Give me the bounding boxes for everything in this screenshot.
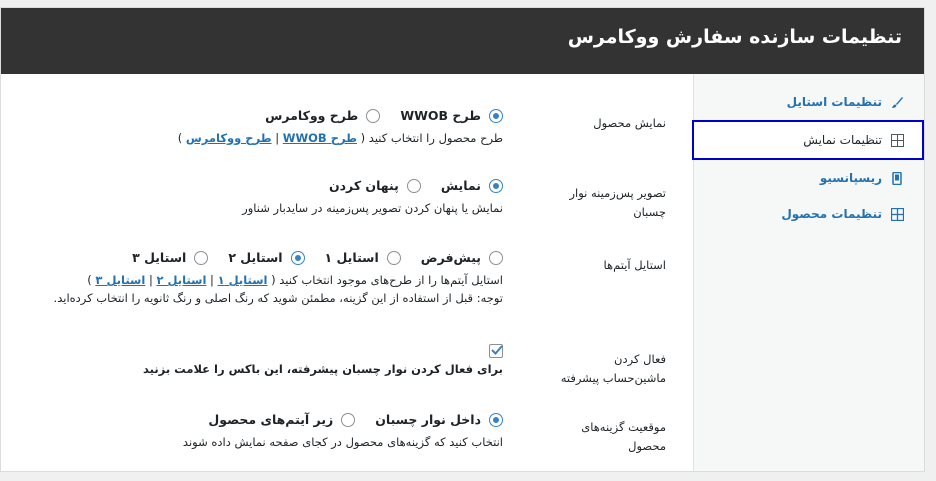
radio-button[interactable] (489, 108, 503, 123)
radio-button[interactable] (489, 412, 503, 427)
advanced-calculator-checkbox[interactable] (489, 344, 503, 358)
grid-icon (890, 207, 904, 221)
radio-button[interactable] (194, 250, 209, 265)
setting-label: نمایش محصول (593, 116, 666, 130)
radio-option-inside-sticky[interactable]: داخل نوار چسبان (375, 412, 503, 427)
radio-group: داخل نوار چسبان زیر آیتم‌های محصول (11, 412, 503, 427)
page-header: تنظیمات سازنده سفارش ووکامرس (1, 8, 924, 74)
radio-option-hide[interactable]: پنهان کردن (329, 178, 421, 193)
setting-field: طرح WWOB طرح ووکامرس طرح محصول را انتخاب… (11, 108, 503, 147)
sidebar-item-label: تنظیمات محصول (781, 207, 882, 221)
setting-description: برای فعال کردن نوار چسبان پیشرفته، این ب… (143, 362, 503, 376)
radio-option-show[interactable]: نمایش (441, 178, 503, 193)
setting-label: استایل آیتم‌ها (603, 258, 666, 272)
radio-option-woocommerce[interactable]: طرح ووکامرس (265, 108, 381, 123)
radio-button[interactable] (406, 178, 421, 193)
setting-description: نمایش یا پنهان کردن تصویر پس‌زمینه در سا… (242, 201, 503, 215)
radio-button[interactable] (489, 178, 503, 193)
setting-description: انتخاب کنید که گزینه‌های محصول در کجای ص… (182, 435, 503, 449)
sidebar-item-label: تنظیمات استایل (786, 95, 882, 109)
radio-option-style-2[interactable]: استایل ۲ (228, 250, 305, 265)
setting-description: استایل آیتم‌ها را از طرح‌های موجود انتخا… (87, 273, 503, 287)
link-style-1[interactable]: استایل ۱ (218, 273, 268, 287)
radio-option-style-3[interactable]: استایل ۳ (132, 250, 209, 265)
radio-button[interactable] (290, 250, 305, 265)
setting-field: داخل نوار چسبان زیر آیتم‌های محصول انتخا… (11, 412, 503, 451)
setting-description: طرح محصول را انتخاب کنید ( طرح WWOB | طر… (177, 131, 503, 145)
sidebar-item-product-settings[interactable]: تنظیمات محصول (694, 196, 924, 232)
link-style-2[interactable]: استایل ۲ (157, 273, 207, 287)
sidebar-item-label: تنظیمات نمایش (803, 133, 882, 147)
sidebar-item-display-settings[interactable]: تنظیمات نمایش (692, 120, 924, 160)
setting-field: پیش‌فرض استایل ۱ استایل ۲ استایل ۳ (11, 250, 503, 307)
setting-field: برای فعال کردن نوار چسبان پیشرفته، این ب… (11, 344, 503, 378)
link-woocommerce-design[interactable]: طرح ووکامرس (186, 131, 272, 145)
checkmark-icon (491, 345, 503, 355)
radio-option-default[interactable]: پیش‌فرض (421, 250, 503, 265)
radio-button[interactable] (386, 250, 401, 265)
grid-icon (890, 133, 904, 147)
settings-sidebar: تنظیمات استایل تنظیمات نمایش ریسپانسیو ت… (692, 74, 924, 471)
radio-option-wwob[interactable]: طرح WWOB (400, 108, 503, 123)
radio-button[interactable] (489, 250, 503, 265)
radio-group: طرح WWOB طرح ووکامرس (11, 108, 503, 123)
brush-icon (890, 95, 904, 109)
settings-content: نمایش محصول طرح WWOB طرح ووکامرس طرح محص… (1, 74, 694, 471)
setting-label: موقعیت گزینه‌های محصول (581, 420, 666, 453)
settings-panel: تنظیمات سازنده سفارش ووکامرس تنظیمات است… (0, 7, 925, 472)
radio-group: پیش‌فرض استایل ۱ استایل ۲ استایل ۳ (11, 250, 503, 265)
radio-button[interactable] (366, 108, 381, 123)
setting-note: توجه: قبل از استفاده از این گزینه، مطمئن… (53, 291, 503, 305)
link-style-3[interactable]: استایل ۳ (95, 273, 145, 287)
setting-label: تصویر پس‌زمینه نوار چسبان (569, 186, 666, 219)
radio-option-below-items[interactable]: زیر آیتم‌های محصول (208, 412, 356, 427)
link-wwob-design[interactable]: طرح WWOB (283, 131, 357, 145)
radio-option-style-1[interactable]: استایل ۱ (325, 250, 401, 265)
sidebar-item-style-settings[interactable]: تنظیمات استایل (694, 84, 924, 120)
sidebar-item-responsive[interactable]: ریسپانسیو (694, 160, 924, 196)
page-title: تنظیمات سازنده سفارش ووکامرس (567, 26, 902, 48)
setting-field: نمایش پنهان کردن نمایش یا پنهان کردن تصو… (11, 178, 503, 217)
radio-button[interactable] (341, 412, 356, 427)
sidebar-item-label: ریسپانسیو (819, 171, 882, 185)
radio-group: نمایش پنهان کردن (11, 178, 503, 193)
setting-label: فعال کردن ماشین‌حساب پیشرفته (560, 352, 666, 385)
mobile-icon (890, 171, 904, 185)
